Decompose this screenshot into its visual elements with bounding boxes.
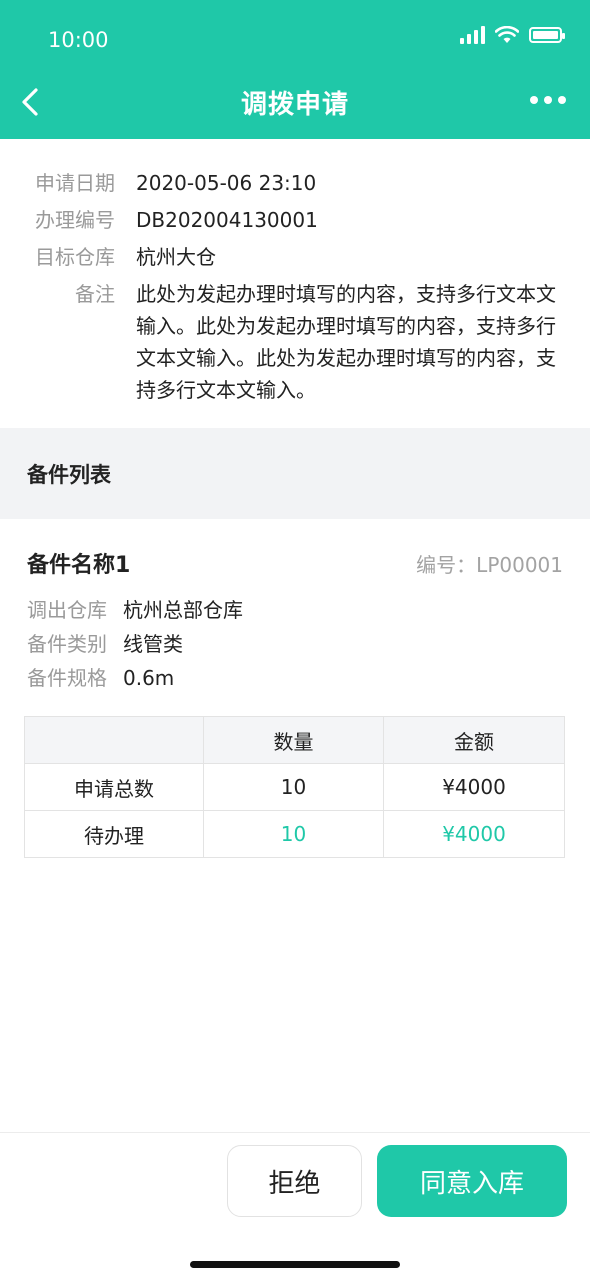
info-label: 备注 bbox=[75, 282, 115, 306]
part-row: 备件类别 线管类 bbox=[0, 628, 590, 660]
screen: 10:00 调拨申请 申请日期 2020-05-06 23:10 办理编号 DB… bbox=[0, 0, 590, 1280]
part-label: 备件类别 bbox=[27, 632, 107, 656]
table-cell-name: 申请总数 bbox=[24, 763, 204, 811]
table-header-cell: 金额 bbox=[383, 716, 565, 764]
accept-button[interactable]: 同意入库 bbox=[377, 1145, 567, 1217]
reject-button[interactable]: 拒绝 bbox=[227, 1145, 362, 1217]
table-header-cell: 数量 bbox=[203, 716, 384, 764]
signal-icon bbox=[460, 26, 485, 44]
info-value: 杭州大仓 bbox=[136, 245, 216, 269]
battery-icon bbox=[529, 27, 565, 43]
status-time: 10:00 bbox=[48, 28, 109, 52]
info-label: 申请日期 bbox=[35, 171, 115, 195]
table-row: 待办理 10 ¥4000 bbox=[24, 810, 565, 858]
part-row: 调出仓库 杭州总部仓库 bbox=[0, 594, 590, 626]
bottom-divider bbox=[0, 1132, 590, 1133]
part-value: 杭州总部仓库 bbox=[123, 598, 243, 622]
table-cell-amount: ¥4000 bbox=[383, 810, 565, 858]
part-label: 调出仓库 bbox=[27, 598, 107, 622]
info-label: 办理编号 bbox=[35, 208, 115, 232]
table-cell-amount: ¥4000 bbox=[383, 763, 565, 811]
table-header-row: 数量 金额 bbox=[24, 716, 565, 764]
part-value: 线管类 bbox=[123, 632, 183, 656]
part-name: 备件名称1 bbox=[27, 553, 131, 578]
status-icons bbox=[460, 26, 565, 44]
part-value: 0.6m bbox=[123, 666, 175, 690]
part-code: 编号：LP00001 bbox=[416, 553, 563, 577]
header: 10:00 调拨申请 bbox=[0, 0, 590, 139]
part-row: 备件规格 0.6m bbox=[0, 662, 590, 694]
home-indicator[interactable] bbox=[190, 1261, 400, 1268]
table-cell-qty: 10 bbox=[203, 810, 384, 858]
quantity-table: 数量 金额 申请总数 10 ¥4000 待办理 10 ¥4000 bbox=[24, 716, 565, 858]
table-row: 申请总数 10 ¥4000 bbox=[24, 763, 565, 811]
info-value: 2020-05-06 23:10 bbox=[136, 171, 317, 195]
info-label: 目标仓库 bbox=[35, 245, 115, 269]
table-cell-name: 待办理 bbox=[24, 810, 204, 858]
more-dot-icon bbox=[558, 96, 566, 104]
table-header-cell bbox=[24, 716, 204, 764]
info-row-remark: 备注 此处为发起办理时填写的内容，支持多行文本文输入。此处为发起办理时填写的内容… bbox=[0, 278, 590, 406]
more-button[interactable] bbox=[530, 90, 566, 110]
info-value: DB202004130001 bbox=[136, 208, 318, 232]
more-dot-icon bbox=[530, 96, 538, 104]
more-dot-icon bbox=[544, 96, 552, 104]
table-cell-qty: 10 bbox=[203, 763, 384, 811]
info-row-warehouse: 目标仓库 杭州大仓 bbox=[0, 241, 590, 273]
part-label: 备件规格 bbox=[27, 666, 107, 690]
section-header: 备件列表 bbox=[0, 428, 590, 519]
info-row-date: 申请日期 2020-05-06 23:10 bbox=[0, 167, 590, 199]
request-info: 申请日期 2020-05-06 23:10 办理编号 DB20200413000… bbox=[0, 139, 590, 411]
info-row-number: 办理编号 DB202004130001 bbox=[0, 204, 590, 236]
info-value: 此处为发起办理时填写的内容，支持多行文本文输入。此处为发起办理时填写的内容，支持… bbox=[136, 282, 556, 402]
wifi-icon bbox=[495, 26, 519, 43]
page-title: 调拨申请 bbox=[240, 90, 349, 120]
part-details: 调出仓库 杭州总部仓库 备件类别 线管类 备件规格 0.6m bbox=[0, 594, 590, 696]
